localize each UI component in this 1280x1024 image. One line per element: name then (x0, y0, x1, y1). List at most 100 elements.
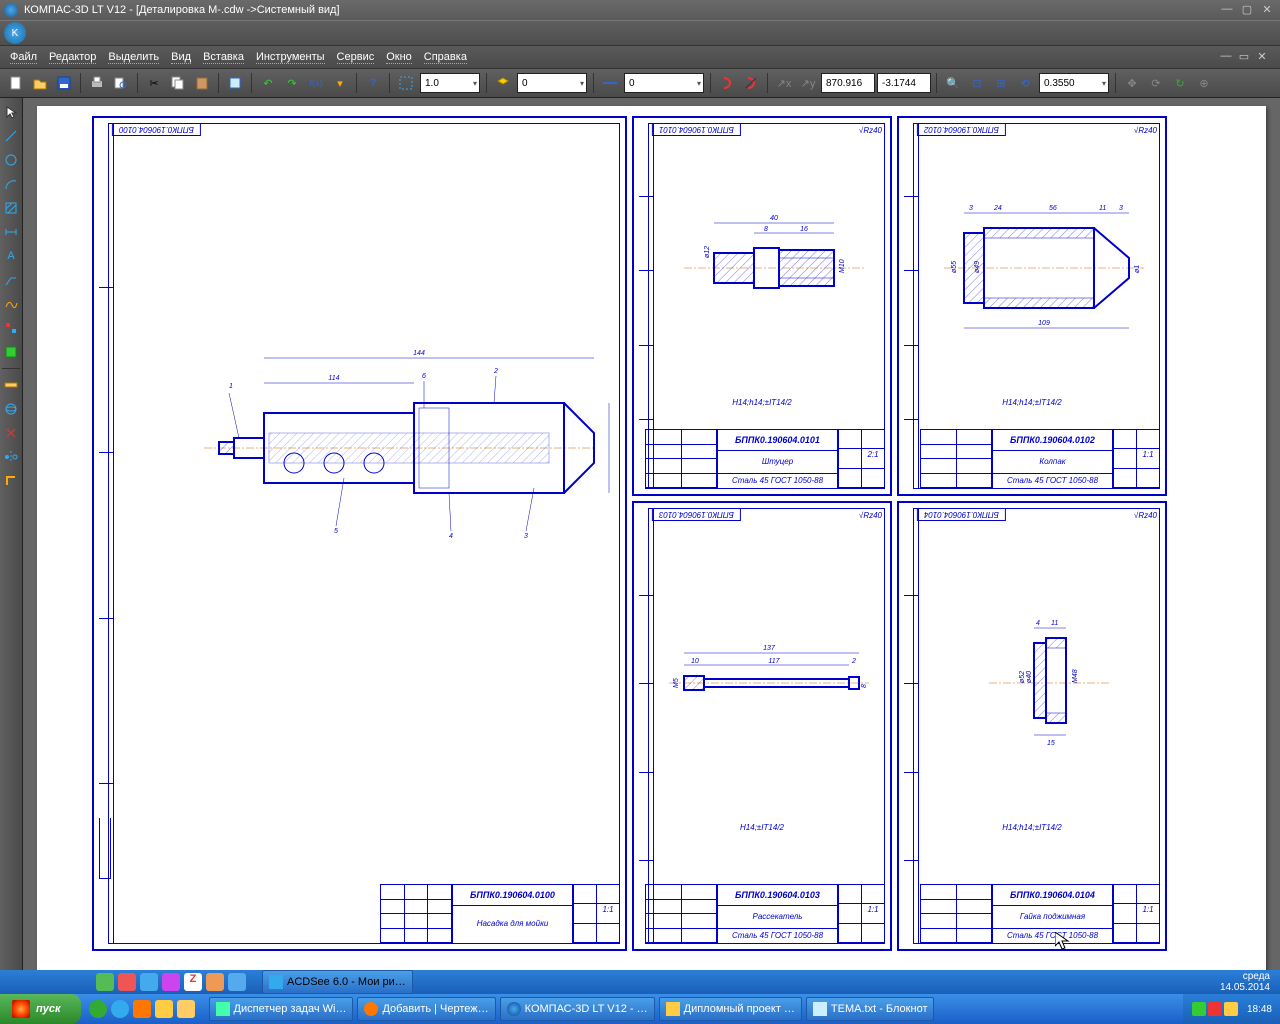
ortho-tool[interactable] (0, 470, 22, 492)
menu-help[interactable]: Справка (424, 51, 467, 64)
open-button[interactable] (29, 72, 51, 94)
layer-combo[interactable]: 0 (517, 73, 587, 93)
task-item[interactable]: Диспетчер задач Wi… (209, 997, 354, 1021)
menu-tools[interactable]: Инструменты (256, 51, 325, 64)
svg-text:ø1: ø1 (1134, 265, 1141, 273)
tray-icon[interactable] (1192, 1002, 1206, 1016)
spline-tool[interactable] (0, 293, 22, 315)
task-acdsee[interactable]: ACDSee 6.0 - Мои ри… (262, 970, 413, 994)
ql-mail-icon[interactable] (155, 1000, 173, 1018)
svg-text:6: 6 (422, 373, 426, 380)
sheet-b: БППК0.190604.0102 √Rz40 3 24 56 11 3 109 (897, 116, 1167, 496)
minimize-button[interactable]: — (1218, 3, 1236, 17)
ql-icon[interactable]: Z (184, 973, 202, 991)
task-item[interactable]: Дипломный проект … (659, 997, 802, 1021)
dimension-tool[interactable] (0, 221, 22, 243)
coord-x-field[interactable]: 870.916 (821, 73, 875, 93)
hatch-tool[interactable] (0, 197, 22, 219)
redo-button[interactable]: ↷ (281, 72, 303, 94)
copy-button[interactable] (167, 72, 189, 94)
svg-text:114: 114 (328, 375, 339, 382)
drawing-canvas[interactable]: БППК0.190604.0100 (37, 106, 1266, 974)
new-button[interactable] (5, 72, 27, 94)
svg-text:56: 56 (1049, 205, 1057, 212)
svg-text:137: 137 (763, 645, 776, 652)
ql-icon[interactable] (140, 973, 158, 991)
circle-tool[interactable] (0, 149, 22, 171)
pan-button[interactable]: ✥ (1121, 72, 1143, 94)
leader-tool[interactable] (0, 269, 22, 291)
menu-window[interactable]: Окно (386, 51, 412, 64)
ql-explorer-icon[interactable] (177, 1000, 195, 1018)
zoom-in-button[interactable]: 🔍 (942, 72, 964, 94)
help-button[interactable]: ? (362, 72, 384, 94)
print-button[interactable] (86, 72, 108, 94)
ql-icon[interactable] (206, 973, 224, 991)
scale-combo[interactable]: 1.0 (420, 73, 480, 93)
coord-x-icon[interactable]: ↗x (773, 72, 795, 94)
rebuild-button[interactable]: ⊕ (1193, 72, 1215, 94)
menu-service[interactable]: Сервис (337, 51, 375, 64)
menu-insert[interactable]: Вставка (203, 51, 244, 64)
ql-player-icon[interactable] (133, 1000, 151, 1018)
ql-icon[interactable] (228, 973, 246, 991)
coord-y-icon[interactable]: ↗y (797, 72, 819, 94)
ql-ie-icon[interactable] (111, 1000, 129, 1018)
linestyle-button[interactable] (599, 72, 621, 94)
svg-text:24: 24 (993, 205, 1002, 212)
arc-tool[interactable] (0, 173, 22, 195)
task-item[interactable]: Добавить | Чертеж… (357, 997, 495, 1021)
menu-file[interactable]: Файл (10, 51, 37, 64)
maximize-button[interactable]: ▢ (1238, 3, 1256, 17)
preview-button[interactable] (110, 72, 132, 94)
line-tool[interactable] (0, 125, 22, 147)
tray-icon[interactable] (1208, 1002, 1222, 1016)
zoom-window-button[interactable]: ⊡ (966, 72, 988, 94)
menu-editor[interactable]: Редактор (49, 51, 96, 64)
redraw-button[interactable]: ↻ (1169, 72, 1191, 94)
mdi-minimize-button[interactable]: — (1218, 50, 1234, 64)
mdi-close-button[interactable]: ✕ (1254, 50, 1270, 64)
zoom-fit-button[interactable]: ⊞ (990, 72, 1012, 94)
cut-button[interactable]: ✂ (143, 72, 165, 94)
properties-button[interactable] (224, 72, 246, 94)
tray-icon[interactable] (1224, 1002, 1238, 1016)
constraints-tool[interactable] (0, 422, 22, 444)
select-tool[interactable] (0, 101, 22, 123)
coord-y-field[interactable]: -3.1744 (877, 73, 931, 93)
orbit-tool[interactable] (0, 398, 22, 420)
close-button[interactable]: ✕ (1258, 3, 1276, 17)
params-tool[interactable] (0, 341, 22, 363)
menu-select[interactable]: Выделить (108, 51, 159, 64)
edit-tool[interactable] (0, 317, 22, 339)
ql-icon[interactable] (162, 973, 180, 991)
start-button[interactable]: пуск (0, 994, 81, 1024)
text-tool[interactable]: A (0, 245, 22, 267)
svg-text:ø49: ø49 (974, 261, 981, 273)
zoom-prev-button[interactable]: ⟲ (1014, 72, 1036, 94)
snap1-icon[interactable] (716, 72, 738, 94)
variables-button[interactable]: f(x) (305, 72, 327, 94)
undo-button[interactable]: ↶ (257, 72, 279, 94)
ql-utorrent-icon[interactable] (89, 1000, 107, 1018)
task-item[interactable]: TEMA.txt - Блокнот (806, 997, 935, 1021)
title-block-c: БППК0.190604.0103РассекательСталь 45 ГОС… (645, 884, 885, 944)
orbit-button[interactable]: ⟳ (1145, 72, 1167, 94)
snap2-icon[interactable] (740, 72, 762, 94)
paste-button[interactable] (191, 72, 213, 94)
library-button[interactable]: ▾ (329, 72, 351, 94)
layers-button[interactable] (492, 72, 514, 94)
measure-tool[interactable] (0, 374, 22, 396)
ql-icon[interactable] (96, 973, 114, 991)
symmetry-tool[interactable] (0, 446, 22, 468)
canvas-area[interactable]: БППК0.190604.0100 (23, 98, 1280, 1004)
ql-icon[interactable] (118, 973, 136, 991)
task-item[interactable]: КОМПАС-3D LT V12 - … (500, 997, 655, 1021)
menu-view[interactable]: Вид (171, 51, 191, 64)
zoom-combo[interactable]: 0.3550 (1039, 73, 1109, 93)
save-button[interactable] (53, 72, 75, 94)
svg-text:109: 109 (1038, 320, 1050, 327)
angle-combo[interactable]: 0 (624, 73, 704, 93)
current-state-button[interactable] (395, 72, 417, 94)
mdi-restore-button[interactable]: ▭ (1236, 50, 1252, 64)
